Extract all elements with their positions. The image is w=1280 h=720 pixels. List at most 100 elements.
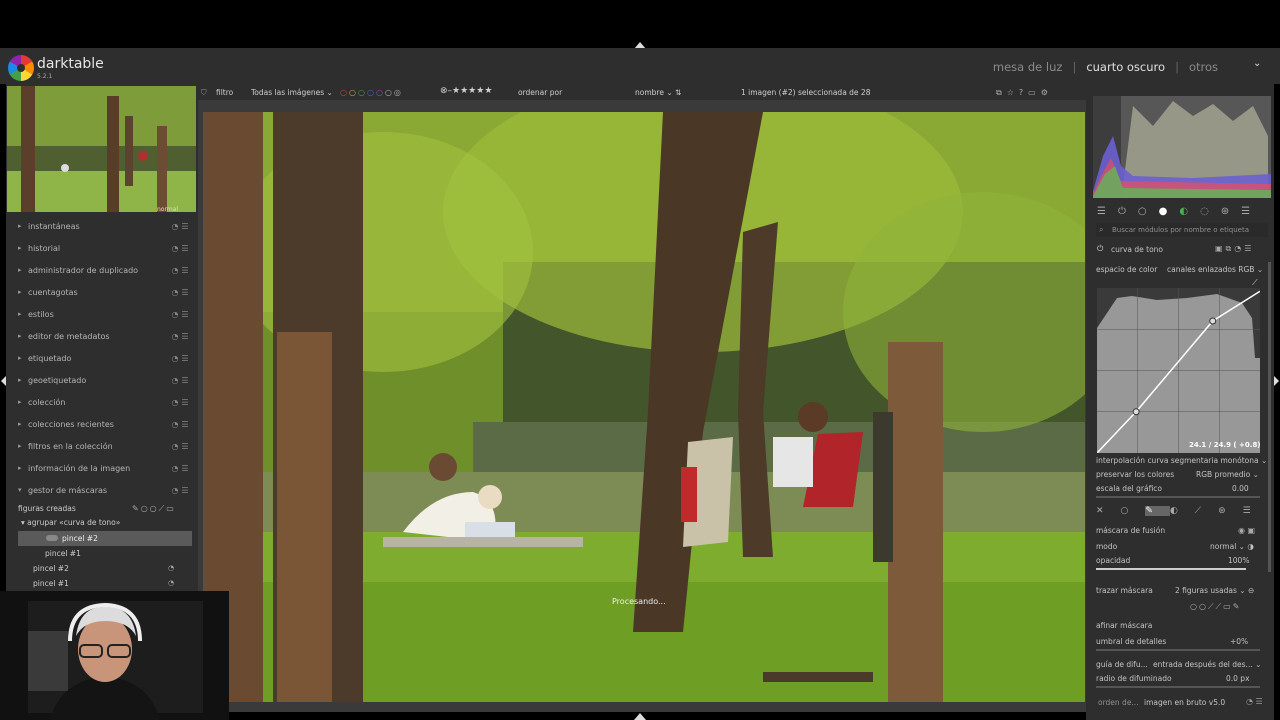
module-row[interactable]: ▸ editor de metadatos ◔ ☰ — [18, 326, 190, 346]
reset-icon[interactable]: ◔ — [170, 442, 180, 451]
module-row[interactable]: ▸ geoetiquetado ◔ ☰ — [18, 370, 190, 390]
tone-curve-svg — [1096, 288, 1261, 454]
presets-icon[interactable]: ☰ — [180, 288, 190, 297]
reset-icon[interactable]: ◔ — [170, 332, 180, 341]
presets-icon[interactable]: ☰ — [180, 244, 190, 253]
view-other[interactable]: otros — [1189, 60, 1218, 74]
module-row[interactable]: ▸ estilos ◔ ☰ — [18, 304, 190, 324]
presets-icon[interactable]: ☰ — [180, 398, 190, 407]
mask-group-item[interactable]: pincel #2 — [62, 534, 98, 543]
reset-icon[interactable]: ◔ — [170, 222, 180, 231]
presets-icon[interactable]: ☰ — [180, 310, 190, 319]
reset-icon[interactable]: ◔ — [170, 244, 180, 253]
preset-icons[interactable]: ◔ ☰ — [1246, 697, 1263, 706]
mask-item[interactable]: pincel #1 — [33, 579, 69, 588]
presets-icon[interactable]: ☰ — [180, 266, 190, 275]
module-row[interactable]: ▸ etiquetado ◔ ☰ — [18, 348, 190, 368]
navigation-thumbnail[interactable] — [7, 86, 196, 212]
module-row[interactable]: ▸ colecciones recientes ◔ ☰ — [18, 414, 190, 434]
filter-icon[interactable]: ⛉ — [201, 88, 207, 98]
chevron-down-icon: ▾ — [18, 486, 22, 494]
reset-icon[interactable]: ◔ — [170, 464, 180, 473]
module-label: administrador de duplicado — [28, 265, 139, 275]
power-icon[interactable]: ⏻ — [1097, 244, 1103, 254]
curve-node[interactable] — [1132, 408, 1140, 416]
rating-filter-stars[interactable]: ⊗–★★★★★ — [440, 86, 492, 96]
blend-mode-tabs[interactable]: ✕○✎◐⟋⊛☰ — [1096, 506, 1262, 520]
module-group-tabs[interactable]: ☰⏻○●◐◌⊛☰ — [1097, 206, 1262, 217]
mask-toggle-icon[interactable] — [46, 535, 58, 541]
chevron-down-icon: ▾ — [21, 518, 25, 527]
module-row[interactable]: ▸ información de la imagen ◔ ☰ — [18, 458, 190, 478]
tone-curve-graph[interactable] — [1096, 288, 1261, 454]
guide-value: entrada después del des... — [1153, 660, 1253, 669]
chevron-right-icon: ▸ — [18, 442, 22, 450]
sort-label: ordenar por — [518, 88, 563, 97]
eye-icon[interactable]: ◉ ▣ — [1238, 526, 1255, 535]
color-space-dropdown[interactable]: canales enlazados RGB ⌄ — [1167, 265, 1263, 274]
sort-dropdown[interactable]: nombre ⌄ ⇅ — [635, 88, 681, 97]
mask-group-row[interactable]: ▾ agrupar «curva de tono» — [21, 518, 120, 527]
right-panel-scrollbar[interactable] — [1268, 262, 1271, 572]
mask-item[interactable]: pincel #2 — [33, 564, 69, 573]
mask-shape-tools[interactable]: ✎○○⟋▭ — [132, 504, 176, 514]
interpolation-dropdown[interactable]: interpolación curva segmentaria monótona… — [1096, 456, 1267, 465]
module-row[interactable]: ▸ instantáneas ◔ ☰ — [18, 216, 190, 236]
module-row[interactable]: ▸ colección ◔ ☰ — [18, 392, 190, 412]
collapse-bottom-panel-arrow[interactable] — [634, 713, 646, 720]
reset-icon[interactable]: ◔ — [170, 354, 180, 363]
curve-node[interactable] — [1209, 317, 1217, 325]
reset-icon[interactable]: ◔ — [170, 376, 180, 385]
feather-radius-slider[interactable] — [1096, 686, 1260, 688]
histogram[interactable] — [1093, 96, 1271, 198]
view-lighttable[interactable]: mesa de luz — [993, 60, 1063, 74]
module-title: curva de tono — [1111, 245, 1164, 254]
guide-dropdown[interactable]: entrada después del des... ⌄ — [1153, 660, 1261, 669]
chevron-down-icon[interactable]: ⌄ — [1253, 58, 1261, 69]
presets-icon[interactable]: ☰ — [180, 354, 190, 363]
preserve-colors-dropdown[interactable]: RGB promedio ⌄ — [1196, 470, 1259, 479]
presets-icon[interactable]: ☰ — [180, 420, 190, 429]
module-row[interactable]: ▸ historial ◔ ☰ — [18, 238, 190, 258]
zoom-level-label[interactable]: normal — [157, 206, 178, 213]
collection-filter-dropdown[interactable]: Todas las imágenes ⌄ — [251, 88, 333, 97]
view-darkroom[interactable]: cuarto oscuro — [1086, 60, 1165, 74]
presets-icon[interactable]: ☰ — [180, 486, 190, 495]
detail-threshold-value: +0% — [1230, 637, 1249, 646]
reset-icon[interactable]: ◔ — [170, 420, 180, 429]
mask-item-selected[interactable] — [18, 531, 192, 546]
draw-mask-dropdown[interactable]: 2 figuras usadas ⌄ ⊖ — [1175, 586, 1254, 595]
reset-icon[interactable]: ◔ — [170, 288, 180, 297]
opacity-slider[interactable] — [1096, 568, 1246, 570]
chevron-right-icon: ▸ — [18, 398, 22, 406]
clock-icon: ◔ — [168, 564, 175, 572]
module-header-icons[interactable]: ▣⧉◔☰ — [1215, 244, 1254, 254]
darktable-logo-icon — [8, 55, 34, 81]
module-row[interactable]: ▸ filtros en la colección ◔ ☰ — [18, 436, 190, 456]
presets-icon[interactable]: ☰ — [180, 376, 190, 385]
mask-group-item[interactable]: pincel #1 — [45, 549, 81, 558]
presets-icon[interactable]: ☰ — [180, 464, 190, 473]
chevron-right-icon: ▸ — [18, 266, 22, 274]
picker-icon[interactable]: ⟋ — [1252, 278, 1258, 288]
module-order-value[interactable]: imagen en bruto v5.0 — [1144, 698, 1225, 707]
reset-icon[interactable]: ◔ — [170, 398, 180, 407]
reset-icon[interactable]: ◔ — [170, 486, 180, 495]
mode-dropdown[interactable]: normal ⌄ ◑ — [1210, 542, 1254, 551]
module-label: historial — [28, 243, 61, 253]
presets-icon[interactable]: ☰ — [180, 442, 190, 451]
reset-icon[interactable]: ◔ — [170, 266, 180, 275]
detail-threshold-slider[interactable] — [1096, 649, 1260, 651]
presets-icon[interactable]: ☰ — [180, 222, 190, 231]
graph-scale-slider[interactable] — [1096, 496, 1260, 498]
toolbar-right-icons[interactable]: ⧉☆?▭⚙ — [996, 88, 1053, 98]
main-image[interactable] — [203, 112, 1085, 702]
chevron-right-icon: ▸ — [18, 244, 22, 252]
reset-icon[interactable]: ◔ — [170, 310, 180, 319]
module-row[interactable]: ▸ cuentagotas ◔ ☰ — [18, 282, 190, 302]
module-row[interactable]: ▸ administrador de duplicado ◔ ☰ — [18, 260, 190, 280]
color-label-filters[interactable]: ○○○○○○◎ — [340, 88, 403, 97]
module-row[interactable]: ▾ gestor de máscaras ◔ ☰ — [18, 480, 190, 500]
mask-shape-icons[interactable]: ○○⟋⟋▭✎ — [1190, 602, 1241, 612]
presets-icon[interactable]: ☰ — [180, 332, 190, 341]
